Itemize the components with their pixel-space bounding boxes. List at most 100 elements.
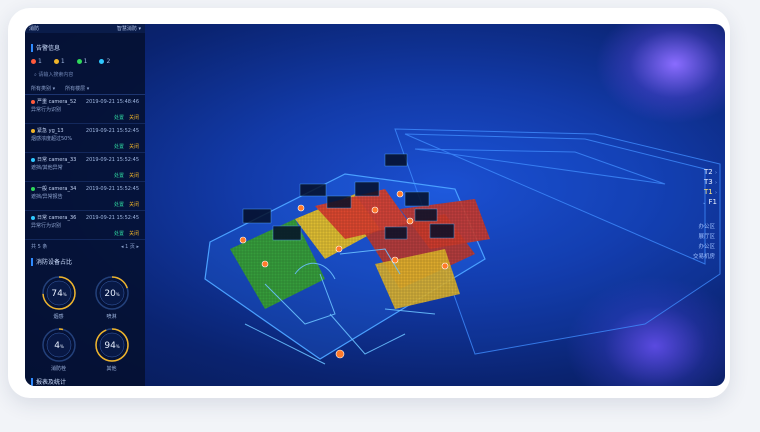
alarm-level: 一般 camera_34: [31, 185, 76, 192]
alarm-actions: 处置 关闭: [31, 230, 139, 237]
gauge: 20% 喷淋: [90, 274, 133, 320]
system-dropdown[interactable]: 智慧消防 ▾: [117, 25, 141, 32]
alarm-item[interactable]: 紧急 yg_13 2019-09-21 15:52:45 烟感浓度超过50% 处…: [25, 124, 145, 153]
alarm-actions: 处置 关闭: [31, 201, 139, 208]
count-value: 1: [60, 58, 65, 65]
floor-item-t2[interactable]: T2 ›: [673, 167, 717, 177]
count-normal[interactable]: 1: [76, 58, 88, 65]
alarm-desc: 烟感浓度超过50%: [31, 136, 73, 142]
alarm-level-dot-icon: [31, 99, 35, 104]
app-screen: T2 › T3 › T1 › ⌄ F1 办公区 展厅区 办公区 交易机房 消防 …: [25, 24, 725, 386]
system-dropdown-label: 智慧消防: [116, 26, 137, 32]
floor-item-f1[interactable]: ⌄ F1: [673, 197, 717, 207]
gauge-ring: 20%: [94, 276, 129, 310]
count-value: 2: [106, 58, 111, 65]
section-bar: [31, 43, 33, 52]
handle-button[interactable]: 处置: [114, 143, 124, 150]
count-urgent[interactable]: 1: [53, 58, 65, 65]
alarm-item[interactable]: 日常 camera_36 2019-09-21 15:52:45 异常行为识别 …: [25, 211, 145, 240]
floor-label: T3: [704, 178, 713, 186]
alarm-device: camera_33: [48, 156, 77, 163]
close-button[interactable]: 关闭: [129, 201, 139, 208]
search-input[interactable]: ⌕ 请输入搜索内容: [31, 70, 139, 79]
chevron-right-icon: ›: [715, 180, 717, 186]
filter-label: 所有楼层: [65, 86, 86, 92]
alarm-device: camera_52: [48, 98, 77, 105]
count-value: 1: [38, 58, 42, 65]
device-section-title: 消防设备占比: [31, 257, 139, 266]
alarm-level-text: 紧急: [37, 128, 48, 134]
alarm-row-top: 紧急 yg_13 2019-09-21 15:52:45: [31, 127, 139, 134]
alarm-item[interactable]: 严重 camera_52 2019-09-21 15:48:46 异常行为识别 …: [25, 95, 145, 124]
alarm-desc: 遮挡/其他异常: [31, 165, 63, 171]
gauge: 94% 其他: [90, 326, 133, 372]
alarm-level: 紧急 yg_13: [31, 127, 64, 134]
app-title: 消防: [29, 26, 40, 32]
search-placeholder: 请输入搜索内容: [38, 72, 74, 78]
close-button[interactable]: 关闭: [129, 172, 139, 179]
section-bar: [31, 377, 33, 386]
category-filter[interactable]: 所有类别 ▾: [31, 85, 55, 92]
alarm-time: 2019-09-21 15:52:45: [85, 127, 139, 134]
alarm-list: 严重 camera_52 2019-09-21 15:48:46 异常行为识别 …: [25, 95, 145, 240]
alarm-level: 日常 camera_33: [31, 156, 76, 163]
report-section-title: 报表及统计: [31, 377, 66, 386]
count-critical[interactable]: 1: [31, 58, 42, 65]
alarm-time: 2019-09-21 15:52:45: [85, 214, 139, 221]
alarm-time: 2019-09-21 15:52:45: [85, 185, 139, 192]
urgent-dot-icon: [53, 59, 59, 64]
alarm-row-top: 一般 camera_34 2019-09-21 15:52:45: [31, 185, 139, 192]
building-3d-view[interactable]: [145, 24, 725, 386]
gauge-label: 其他: [106, 366, 117, 372]
zone-item[interactable]: 办公区: [693, 222, 715, 232]
gauge: 4% 消防栓: [37, 326, 80, 372]
alarm-level-text: 日常: [37, 157, 48, 163]
building-model[interactable]: [145, 24, 725, 386]
report-title-text: 报表及统计: [36, 379, 67, 386]
chevron-right-icon: ›: [715, 170, 717, 176]
gauge-ring: 74%: [41, 276, 76, 310]
alarm-level-dot-icon: [31, 186, 35, 191]
handle-button[interactable]: 处置: [114, 114, 124, 121]
alarm-actions: 处置 关闭: [31, 114, 139, 121]
gauge-label: 烟感: [53, 314, 64, 320]
floor-label: T2: [704, 168, 713, 176]
alarm-desc: 异常行为识别: [31, 223, 62, 229]
count-value: 1: [83, 58, 88, 65]
pager: 共 5 条 ◂ 1 页 ▸: [25, 240, 145, 253]
alarm-device: camera_34: [48, 185, 77, 192]
device-gauges: 74% 烟感 20% 喷淋 4% 消防栓 94% 其他: [25, 270, 145, 376]
search-icon: ⌕: [34, 71, 37, 78]
sidebar: 消防 智慧消防 ▾ 告警信息 1 1 1 2 ⌕ 请输入搜索内容 所有类别 ▾ …: [25, 24, 145, 386]
filter-label: 所有类别: [31, 86, 52, 92]
alarm-actions: 处置 关闭: [31, 143, 139, 150]
handle-button[interactable]: 处置: [114, 230, 124, 237]
close-button[interactable]: 关闭: [129, 114, 139, 121]
page-controls[interactable]: ◂ 1 页 ▸: [121, 243, 139, 250]
gauge-label: 消防栓: [50, 366, 66, 372]
zone-item[interactable]: 办公区: [693, 242, 715, 252]
alarm-row-top: 日常 camera_36 2019-09-21 15:52:45: [31, 214, 139, 221]
zone-item[interactable]: 展厅区: [693, 232, 715, 242]
alarm-row-top: 日常 camera_33 2019-09-21 15:52:45: [31, 156, 139, 163]
floor-item-t1[interactable]: T1 ›: [673, 187, 717, 197]
daily-dot-icon: [99, 59, 105, 64]
alarm-level-dot-icon: [31, 128, 35, 133]
alarm-desc: 遮挡/异常报告: [31, 194, 63, 200]
alarm-level-text: 严重: [37, 99, 48, 105]
alarm-item[interactable]: 日常 camera_33 2019-09-21 15:52:45 遮挡/其他异常…: [25, 153, 145, 182]
zone-list: 办公区 展厅区 办公区 交易机房: [693, 222, 715, 262]
alarm-time: 2019-09-21 15:48:46: [85, 98, 139, 105]
close-button[interactable]: 关闭: [129, 230, 139, 237]
alarm-level: 严重 camera_52: [31, 98, 76, 105]
alarm-level-dot-icon: [31, 157, 35, 162]
count-daily[interactable]: 2: [99, 58, 110, 65]
handle-button[interactable]: 处置: [114, 201, 124, 208]
floor-item-t3[interactable]: T3 ›: [673, 177, 717, 187]
alarm-item[interactable]: 一般 camera_34 2019-09-21 15:52:45 遮挡/异常报告…: [25, 182, 145, 211]
floor-filter[interactable]: 所有楼层 ▾: [65, 85, 89, 92]
zone-item[interactable]: 交易机房: [693, 252, 715, 262]
handle-button[interactable]: 处置: [114, 172, 124, 179]
floor-label: T1: [704, 188, 713, 196]
close-button[interactable]: 关闭: [129, 143, 139, 150]
